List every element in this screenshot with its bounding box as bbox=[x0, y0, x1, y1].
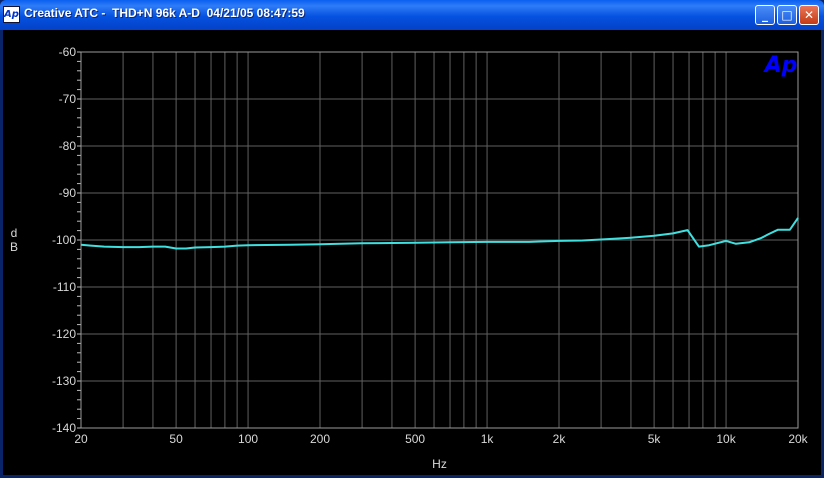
window-title: Creative ATC - THD+N 96k A-D 04/21/05 08… bbox=[24, 6, 305, 20]
x-tick-label: 5k bbox=[648, 432, 662, 446]
x-tick-label: 2k bbox=[553, 432, 567, 446]
y-axis-title: B bbox=[10, 240, 18, 254]
y-tick-label: -100 bbox=[52, 233, 76, 247]
y-tick-label: -110 bbox=[53, 280, 76, 294]
thd-n-series-line bbox=[80, 217, 799, 250]
ap-app-icon[interactable]: Ap bbox=[3, 6, 20, 23]
x-axis-title: Hz bbox=[432, 457, 447, 471]
y-tick-label: -80 bbox=[59, 139, 77, 153]
y-tick-label: -90 bbox=[59, 186, 77, 200]
y-tick-label: -60 bbox=[59, 45, 77, 59]
x-tick-label: 500 bbox=[405, 432, 425, 446]
title-bar[interactable]: Ap Creative ATC - THD+N 96k A-D 04/21/05… bbox=[0, 0, 824, 30]
x-tick-label: 50 bbox=[169, 432, 183, 446]
y-tick-label: -120 bbox=[52, 327, 76, 341]
maximize-button[interactable]: □ bbox=[777, 5, 797, 25]
x-tick-label: 20k bbox=[788, 432, 808, 446]
y-tick-label: -70 bbox=[59, 92, 77, 106]
x-tick-label: 200 bbox=[310, 432, 330, 446]
minimize-button[interactable]: _ bbox=[755, 5, 775, 25]
x-tick-label: 100 bbox=[238, 432, 258, 446]
y-tick-label: -140 bbox=[52, 421, 76, 435]
x-tick-label: 20 bbox=[74, 432, 88, 446]
thd-n-chart: -60 -70 -80 -90 -100 -110 -120 -130 -14020 50 100 2… bbox=[10, 45, 809, 471]
graph-panel: -60 -70 -80 -90 -100 -110 -120 -130 -140 20 50 100 2… bbox=[3, 30, 821, 475]
ap-logo: Ap bbox=[763, 53, 798, 78]
y-axis-title: d bbox=[11, 226, 18, 240]
y-tick-label: -130 bbox=[52, 374, 76, 388]
x-tick-label: 10k bbox=[716, 432, 736, 446]
app-window: Ap Creative ATC - THD+N 96k A-D 04/21/05… bbox=[0, 0, 824, 478]
x-tick-label: 1k bbox=[481, 432, 495, 446]
close-button[interactable]: ✕ bbox=[799, 5, 819, 25]
